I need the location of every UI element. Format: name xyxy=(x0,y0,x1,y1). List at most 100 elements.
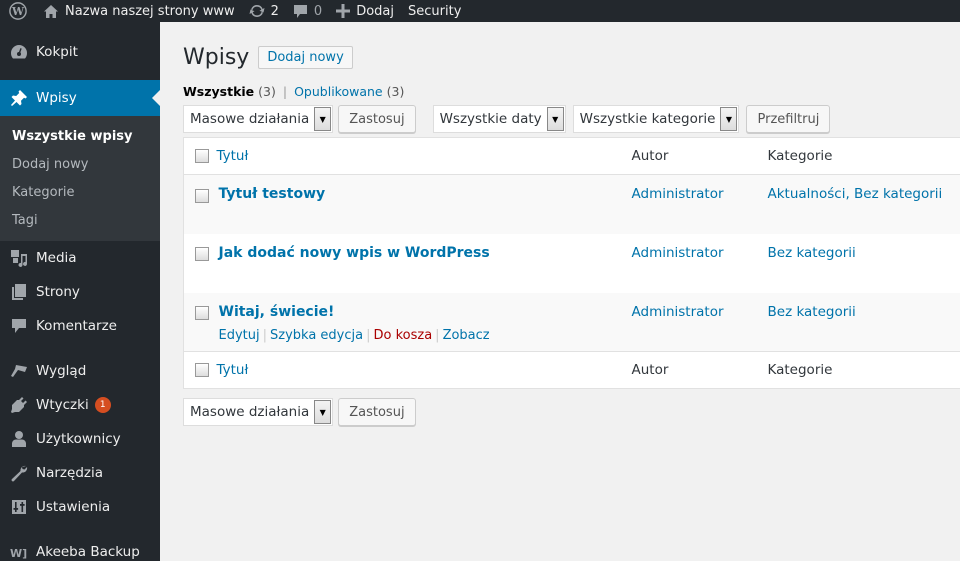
bulk-actions-select[interactable]: Masowe działania ▼ xyxy=(183,105,334,133)
security-label: Security xyxy=(408,3,462,19)
dropdown-arrow-icon: ▼ xyxy=(314,400,332,424)
tablenav-top: Masowe działania ▼ Zastosuj Wszystkie da… xyxy=(183,105,960,133)
plus-icon xyxy=(336,4,351,18)
sidebar-item-users[interactable]: Użytkownicy xyxy=(0,422,160,456)
categories-filter-value: Wszystkie kategorie xyxy=(579,111,716,127)
post-title-link[interactable]: Jak dodać nowy wpis w WordPress xyxy=(219,245,490,261)
trash-link[interactable]: Do kosza xyxy=(373,328,432,343)
pages-icon xyxy=(9,282,29,302)
edit-link[interactable]: Edytuj xyxy=(219,328,260,343)
tools-icon xyxy=(9,463,29,483)
submenu-tags[interactable]: Tagi xyxy=(0,207,160,235)
main-content: Wpisy Dodaj nowy Wszystkie (3) | Opubliko… xyxy=(160,22,960,561)
dashboard-icon xyxy=(9,42,29,62)
post-title-link[interactable]: Witaj, świecie! xyxy=(219,304,335,320)
wp-logo-menu[interactable]: W xyxy=(0,0,36,22)
column-title-sort[interactable]: Tytuł xyxy=(217,148,249,164)
sidebar-item-label: Media xyxy=(36,250,77,266)
submenu-categories[interactable]: Kategorie xyxy=(0,179,160,207)
add-new-post-button[interactable]: Dodaj nowy xyxy=(258,45,353,69)
quick-edit-link[interactable]: Szybka edycja xyxy=(270,328,363,343)
table-header-row: Tytuł Autor Kategorie xyxy=(183,138,960,175)
column-categories-footer: Kategorie xyxy=(767,362,833,378)
author-link[interactable]: Administrator xyxy=(632,245,724,261)
admin-sidebar: Kokpit Wpisy Wszystkie wpisy Dodaj nowy … xyxy=(0,22,160,561)
sidebar-item-label: Narzędzia xyxy=(36,465,103,481)
filter-button[interactable]: Przefiltruj xyxy=(746,105,831,133)
view-link[interactable]: Zobacz xyxy=(443,328,490,343)
post-title-link[interactable]: Tytuł testowy xyxy=(219,186,326,202)
separator: | xyxy=(262,327,267,343)
sidebar-item-label: Użytkownicy xyxy=(36,431,121,447)
pin-icon xyxy=(9,88,29,108)
view-published-count: (3) xyxy=(386,83,405,99)
svg-text:W: W xyxy=(11,5,25,18)
row-checkbox[interactable] xyxy=(195,188,209,203)
bulk-actions-value: Masowe działania xyxy=(190,404,310,420)
sidebar-item-comments[interactable]: Komentarze xyxy=(0,309,160,343)
security-link[interactable]: Security xyxy=(401,0,468,22)
site-name-link[interactable]: Nazwa naszej strony www xyxy=(36,0,242,22)
posts-table: Tytuł Autor Kategorie Tytuł testowy Admi… xyxy=(183,137,960,389)
table-footer-row: Tytuł Autor Kategorie xyxy=(183,351,960,389)
sidebar-item-dashboard[interactable]: Kokpit xyxy=(0,35,160,69)
view-all-count: (3) xyxy=(258,83,276,99)
dates-filter-select[interactable]: Wszystkie daty ▼ xyxy=(432,105,566,133)
apply-button[interactable]: Zastosuj xyxy=(338,105,416,133)
post-status-filters: Wszystkie (3) | Opublikowane (3) xyxy=(183,82,960,100)
sidebar-item-label: Wpisy xyxy=(36,90,77,106)
categories-link[interactable]: Bez kategorii xyxy=(768,304,856,320)
column-categories: Kategorie xyxy=(767,148,833,164)
row-checkbox[interactable] xyxy=(195,306,209,320)
sidebar-item-akeeba-backup[interactable]: W] Akeeba Backup xyxy=(0,535,160,561)
select-all-checkbox-footer[interactable] xyxy=(195,363,209,377)
categories-filter-select[interactable]: Wszystkie kategorie ▼ xyxy=(572,105,740,133)
sidebar-item-label: Akeeba Backup xyxy=(36,544,140,560)
view-all[interactable]: Wszystkie (3) xyxy=(183,84,276,99)
table-row: Tytuł testowy Administrator Aktualności,… xyxy=(183,174,960,234)
sidebar-item-settings[interactable]: Ustawienia xyxy=(0,490,160,524)
sidebar-item-label: Ustawienia xyxy=(36,499,111,515)
comments-count: 0 xyxy=(313,3,323,19)
column-title-sort-footer[interactable]: Tytuł xyxy=(217,362,249,378)
sidebar-item-plugins[interactable]: Wtyczki 1 xyxy=(0,388,160,422)
separator: | xyxy=(366,327,371,343)
dates-filter-value: Wszystkie daty xyxy=(439,111,542,127)
home-icon xyxy=(43,4,59,19)
submenu-all-posts[interactable]: Wszystkie wpisy xyxy=(0,123,160,151)
sidebar-item-media[interactable]: Media xyxy=(0,241,160,275)
select-all-checkbox[interactable] xyxy=(195,149,209,163)
separator: | xyxy=(282,83,288,99)
row-checkbox[interactable] xyxy=(195,247,209,261)
separator: | xyxy=(435,327,440,343)
sidebar-item-label: Wtyczki xyxy=(36,397,89,413)
svg-text:W]: W] xyxy=(10,547,27,560)
new-content-link[interactable]: Dodaj xyxy=(329,0,401,22)
updates-link[interactable]: 2 xyxy=(242,0,286,22)
author-link[interactable]: Administrator xyxy=(632,304,724,320)
plugin-updates-badge: 1 xyxy=(94,397,111,413)
site-name: Nazwa naszej strony www xyxy=(65,3,235,19)
row-actions: Edytuj | Szybka edycja | Do kosza | Zobacz xyxy=(219,328,632,343)
sidebar-item-appearance[interactable]: Wygląd xyxy=(0,354,160,388)
view-published-label: Opublikowane xyxy=(294,83,383,99)
column-author: Autor xyxy=(631,148,669,164)
dropdown-arrow-icon: ▼ xyxy=(314,107,332,131)
page-title: Wpisy xyxy=(183,44,250,70)
categories-link[interactable]: Aktualności, Bez kategorii xyxy=(768,186,943,202)
sidebar-item-posts[interactable]: Wpisy xyxy=(0,80,160,116)
sidebar-item-tools[interactable]: Narzędzia xyxy=(0,456,160,490)
updates-count: 2 xyxy=(270,3,279,19)
view-published[interactable]: Opublikowane (3) xyxy=(294,84,404,99)
sidebar-item-pages[interactable]: Strony xyxy=(0,275,160,309)
view-all-label: Wszystkie xyxy=(183,83,255,99)
categories-link[interactable]: Bez kategorii xyxy=(768,245,856,261)
bulk-actions-select-bottom[interactable]: Masowe działania ▼ xyxy=(183,398,334,426)
comments-link[interactable]: 0 xyxy=(286,0,329,22)
media-icon xyxy=(9,248,29,268)
sidebar-item-label: Komentarze xyxy=(36,318,117,334)
apply-button-bottom[interactable]: Zastosuj xyxy=(338,398,416,426)
submenu-add-new[interactable]: Dodaj nowy xyxy=(0,151,160,179)
table-row: Witaj, świecie! Edytuj | Szybka edycja | Do … xyxy=(183,292,960,352)
author-link[interactable]: Administrator xyxy=(632,186,724,202)
